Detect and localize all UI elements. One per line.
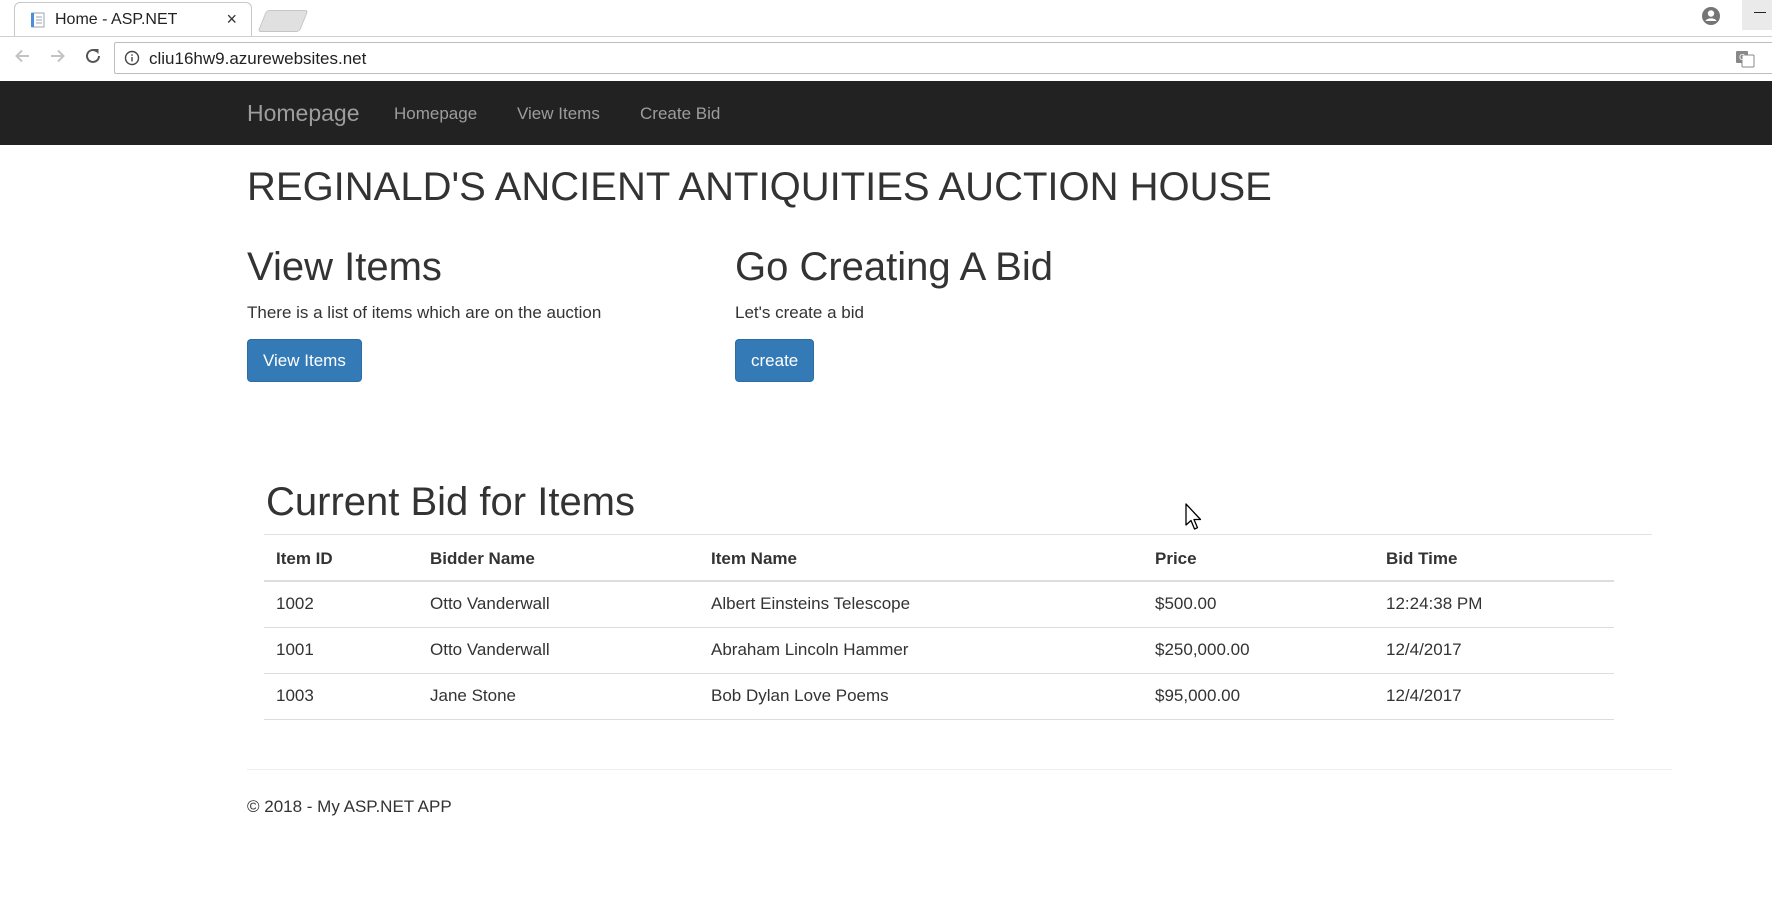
- view-items-heading: View Items: [247, 245, 442, 289]
- table-row: 1003 Jane Stone Bob Dylan Love Poems $95…: [264, 673, 1614, 720]
- window-minimize-button[interactable]: [1742, 0, 1772, 30]
- cell-bid-time: 12:24:38 PM: [1374, 581, 1614, 628]
- table-header-row: Item ID Bidder Name Item Name Price Bid …: [264, 537, 1614, 582]
- page-icon: [31, 12, 45, 28]
- create-bid-description: Let's create a bid: [735, 303, 864, 322]
- cell-bidder-name: Otto Vanderwall: [418, 627, 699, 674]
- create-bid-button[interactable]: create: [735, 339, 815, 382]
- forward-arrow-icon[interactable]: [42, 41, 72, 71]
- nav-link-view-items[interactable]: View Items: [517, 104, 600, 124]
- tab-close-icon[interactable]: ×: [226, 9, 237, 29]
- column-header-price: Price: [1143, 537, 1374, 582]
- footer-divider: [247, 769, 1672, 770]
- info-icon[interactable]: [124, 50, 140, 66]
- current-bids-heading: Current Bid for Items: [266, 480, 636, 524]
- column-header-item-id: Item ID: [264, 537, 418, 582]
- cell-item-id: 1001: [264, 627, 418, 674]
- cell-item-id: 1002: [264, 581, 418, 628]
- cell-item-name: Abraham Lincoln Hammer: [699, 627, 1143, 674]
- column-header-item-name: Item Name: [699, 537, 1143, 582]
- translate-icon[interactable]: G: [1735, 49, 1755, 69]
- section-divider: [264, 534, 1652, 535]
- nav-link-create-bid[interactable]: Create Bid: [640, 104, 720, 124]
- cell-bidder-name: Jane Stone: [418, 673, 699, 720]
- address-bar[interactable]: cliu16hw9.azurewebsites.net G: [114, 42, 1772, 74]
- url-text[interactable]: cliu16hw9.azurewebsites.net: [149, 49, 366, 69]
- view-items-button[interactable]: View Items: [247, 339, 362, 382]
- table-row: 1002 Otto Vanderwall Albert Einsteins Te…: [264, 581, 1614, 628]
- reload-icon[interactable]: [78, 41, 108, 71]
- new-tab-button[interactable]: [257, 10, 309, 32]
- cell-bid-time: 12/4/2017: [1374, 673, 1614, 720]
- navbar-brand[interactable]: Homepage: [247, 100, 360, 127]
- browser-toolbar: cliu16hw9.azurewebsites.net G: [0, 36, 1772, 81]
- cell-price: $250,000.00: [1143, 627, 1374, 674]
- create-bid-heading: Go Creating A Bid: [735, 245, 1053, 289]
- cell-price: $500.00: [1143, 581, 1374, 628]
- column-header-bidder-name: Bidder Name: [418, 537, 699, 582]
- mouse-cursor-icon: [1185, 503, 1202, 530]
- cell-price: $95,000.00: [1143, 673, 1374, 720]
- svg-text:G: G: [1739, 53, 1745, 62]
- bids-table: Item ID Bidder Name Item Name Price Bid …: [264, 537, 1614, 720]
- table-row: 1001 Otto Vanderwall Abraham Lincoln Ham…: [264, 627, 1614, 674]
- cell-bid-time: 12/4/2017: [1374, 627, 1614, 674]
- cell-item-name: Bob Dylan Love Poems: [699, 673, 1143, 720]
- back-arrow-icon[interactable]: [8, 41, 38, 71]
- tab-title: Home - ASP.NET: [55, 11, 178, 28]
- nav-link-homepage[interactable]: Homepage: [394, 104, 477, 124]
- site-navbar: Homepage Homepage View Items Create Bid: [0, 81, 1772, 145]
- cell-bidder-name: Otto Vanderwall: [418, 581, 699, 628]
- view-items-description: There is a list of items which are on th…: [247, 303, 602, 322]
- browser-tab-active[interactable]: Home - ASP.NET ×: [14, 2, 252, 36]
- page-title: REGINALD'S ANCIENT ANTIQUITIES AUCTION H…: [247, 165, 1272, 209]
- browser-tabstrip: Home - ASP.NET ×: [0, 0, 1772, 36]
- profile-icon[interactable]: [1700, 5, 1722, 27]
- footer-copyright: © 2018 - My ASP.NET APP: [247, 797, 452, 816]
- cell-item-id: 1003: [264, 673, 418, 720]
- column-header-bid-time: Bid Time: [1374, 537, 1614, 582]
- cell-item-name: Albert Einsteins Telescope: [699, 581, 1143, 628]
